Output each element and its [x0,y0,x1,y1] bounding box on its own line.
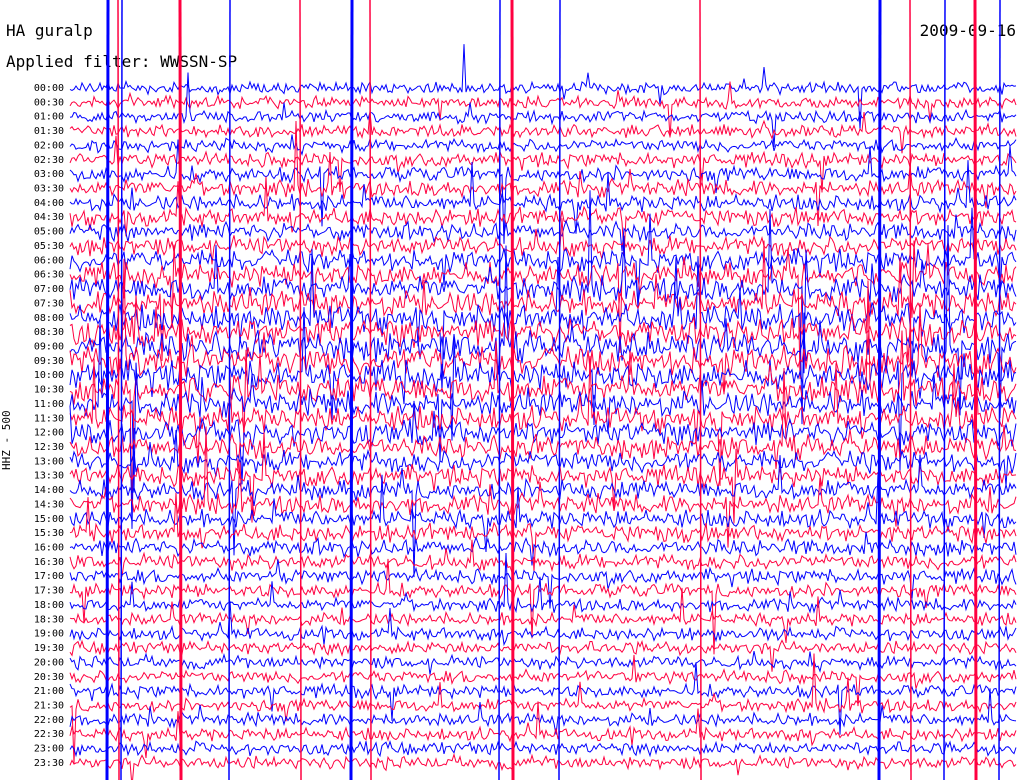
trace-row-2330 [69,752,1017,780]
trace-row-1200 [69,400,1017,529]
event-spike [498,0,501,780]
row-time-label: 00:00 [34,83,64,94]
row-time-label: 08:00 [34,313,64,324]
event-spike [369,0,372,780]
row-time-label: 03:30 [34,184,64,195]
event-spike [349,0,354,780]
row-time-label: 05:30 [34,241,64,252]
event-spike [943,0,946,780]
trace-row-2300 [69,740,1017,758]
event-spike [228,0,231,780]
trace-row-2200 [69,688,1017,735]
event-spike [973,0,978,780]
trace-row-0100 [69,72,1017,148]
row-time-label: 02:00 [34,140,64,151]
row-time-label: 16:30 [34,557,64,568]
row-time-label: 14:00 [34,485,64,496]
trace-row-2230 [69,701,1017,758]
trace-row-1400 [69,454,1017,578]
row-time-label: 21:00 [34,686,64,697]
row-time-label: 04:30 [34,212,64,223]
row-time-label: 16:00 [34,543,64,554]
trace-row-0830 [69,295,1017,363]
trace-row-0400 [69,160,1017,234]
row-time-label: 23:30 [34,758,64,769]
event-spike [510,0,515,780]
row-time-label: 07:00 [34,284,64,295]
event-spike [178,0,183,780]
event-spike [558,0,561,780]
row-time-label: 17:00 [34,571,64,582]
event-spike [117,0,120,780]
event-spike [877,0,882,780]
row-time-label: 19:30 [34,643,64,654]
row-time-label: 17:30 [34,586,64,597]
row-time-label: 09:00 [34,341,64,352]
row-time-label: 01:30 [34,126,64,137]
row-time-label: 15:00 [34,514,64,525]
trace-group [69,0,1017,780]
row-time-label: 18:00 [34,600,64,611]
event-spike [105,0,110,780]
row-time-label: 06:30 [34,270,64,281]
trace-row-0930 [69,258,1017,395]
row-time-label: 15:30 [34,528,64,539]
event-spike [909,0,912,780]
row-time-label: 22:00 [34,715,64,726]
row-time-label: 01:00 [34,112,64,123]
row-time-label: 05:00 [34,227,64,238]
event-spike [699,0,702,780]
row-time-label: 02:30 [34,155,64,166]
tick-label-group: 00:00 00:30 01:00 01:30 02:00 02:30 03:00 03:30… [34,83,64,769]
row-time-label: 21:30 [34,700,64,711]
row-time-label: 19:00 [34,629,64,640]
row-time-label: 06:00 [34,255,64,266]
trace-row-0600 [69,207,1017,311]
row-time-label: 11:00 [34,399,64,410]
event-spike [299,0,302,780]
row-time-label: 00:30 [34,97,64,108]
row-time-label: 14:30 [34,499,64,510]
row-time-label: 09:30 [34,356,64,367]
row-time-label: 22:30 [34,729,64,740]
trace-row-0200 [69,134,1017,156]
row-time-label: 23:00 [34,744,64,755]
trace-row-1700 [69,559,1017,609]
row-time-label: 10:30 [34,385,64,396]
trace-row-1930 [69,639,1017,672]
helicorder-plot: 00:00 00:30 01:00 01:30 02:00 02:30 03:00 03:30… [34,0,1017,780]
row-time-label: 12:30 [34,442,64,453]
row-time-label: 11:30 [34,413,64,424]
row-time-label: 13:30 [34,471,64,482]
event-spike [998,0,1001,780]
row-time-label: 13:00 [34,456,64,467]
helicorder-page: { "header": { "title": "HA guralp", "fil… [0,0,1024,780]
event-spike [120,0,123,780]
trace-row-2000 [69,650,1017,675]
row-time-label: 20:00 [34,657,64,668]
row-time-label: 07:30 [34,298,64,309]
row-time-label: 18:30 [34,614,64,625]
row-time-label: 20:30 [34,672,64,683]
row-time-label: 10:00 [34,370,64,381]
row-time-label: 04:00 [34,198,64,209]
row-time-label: 08:30 [34,327,64,338]
row-time-label: 03:00 [34,169,64,180]
row-time-label: 12:00 [34,428,64,439]
trace-row-1500 [69,472,1017,553]
